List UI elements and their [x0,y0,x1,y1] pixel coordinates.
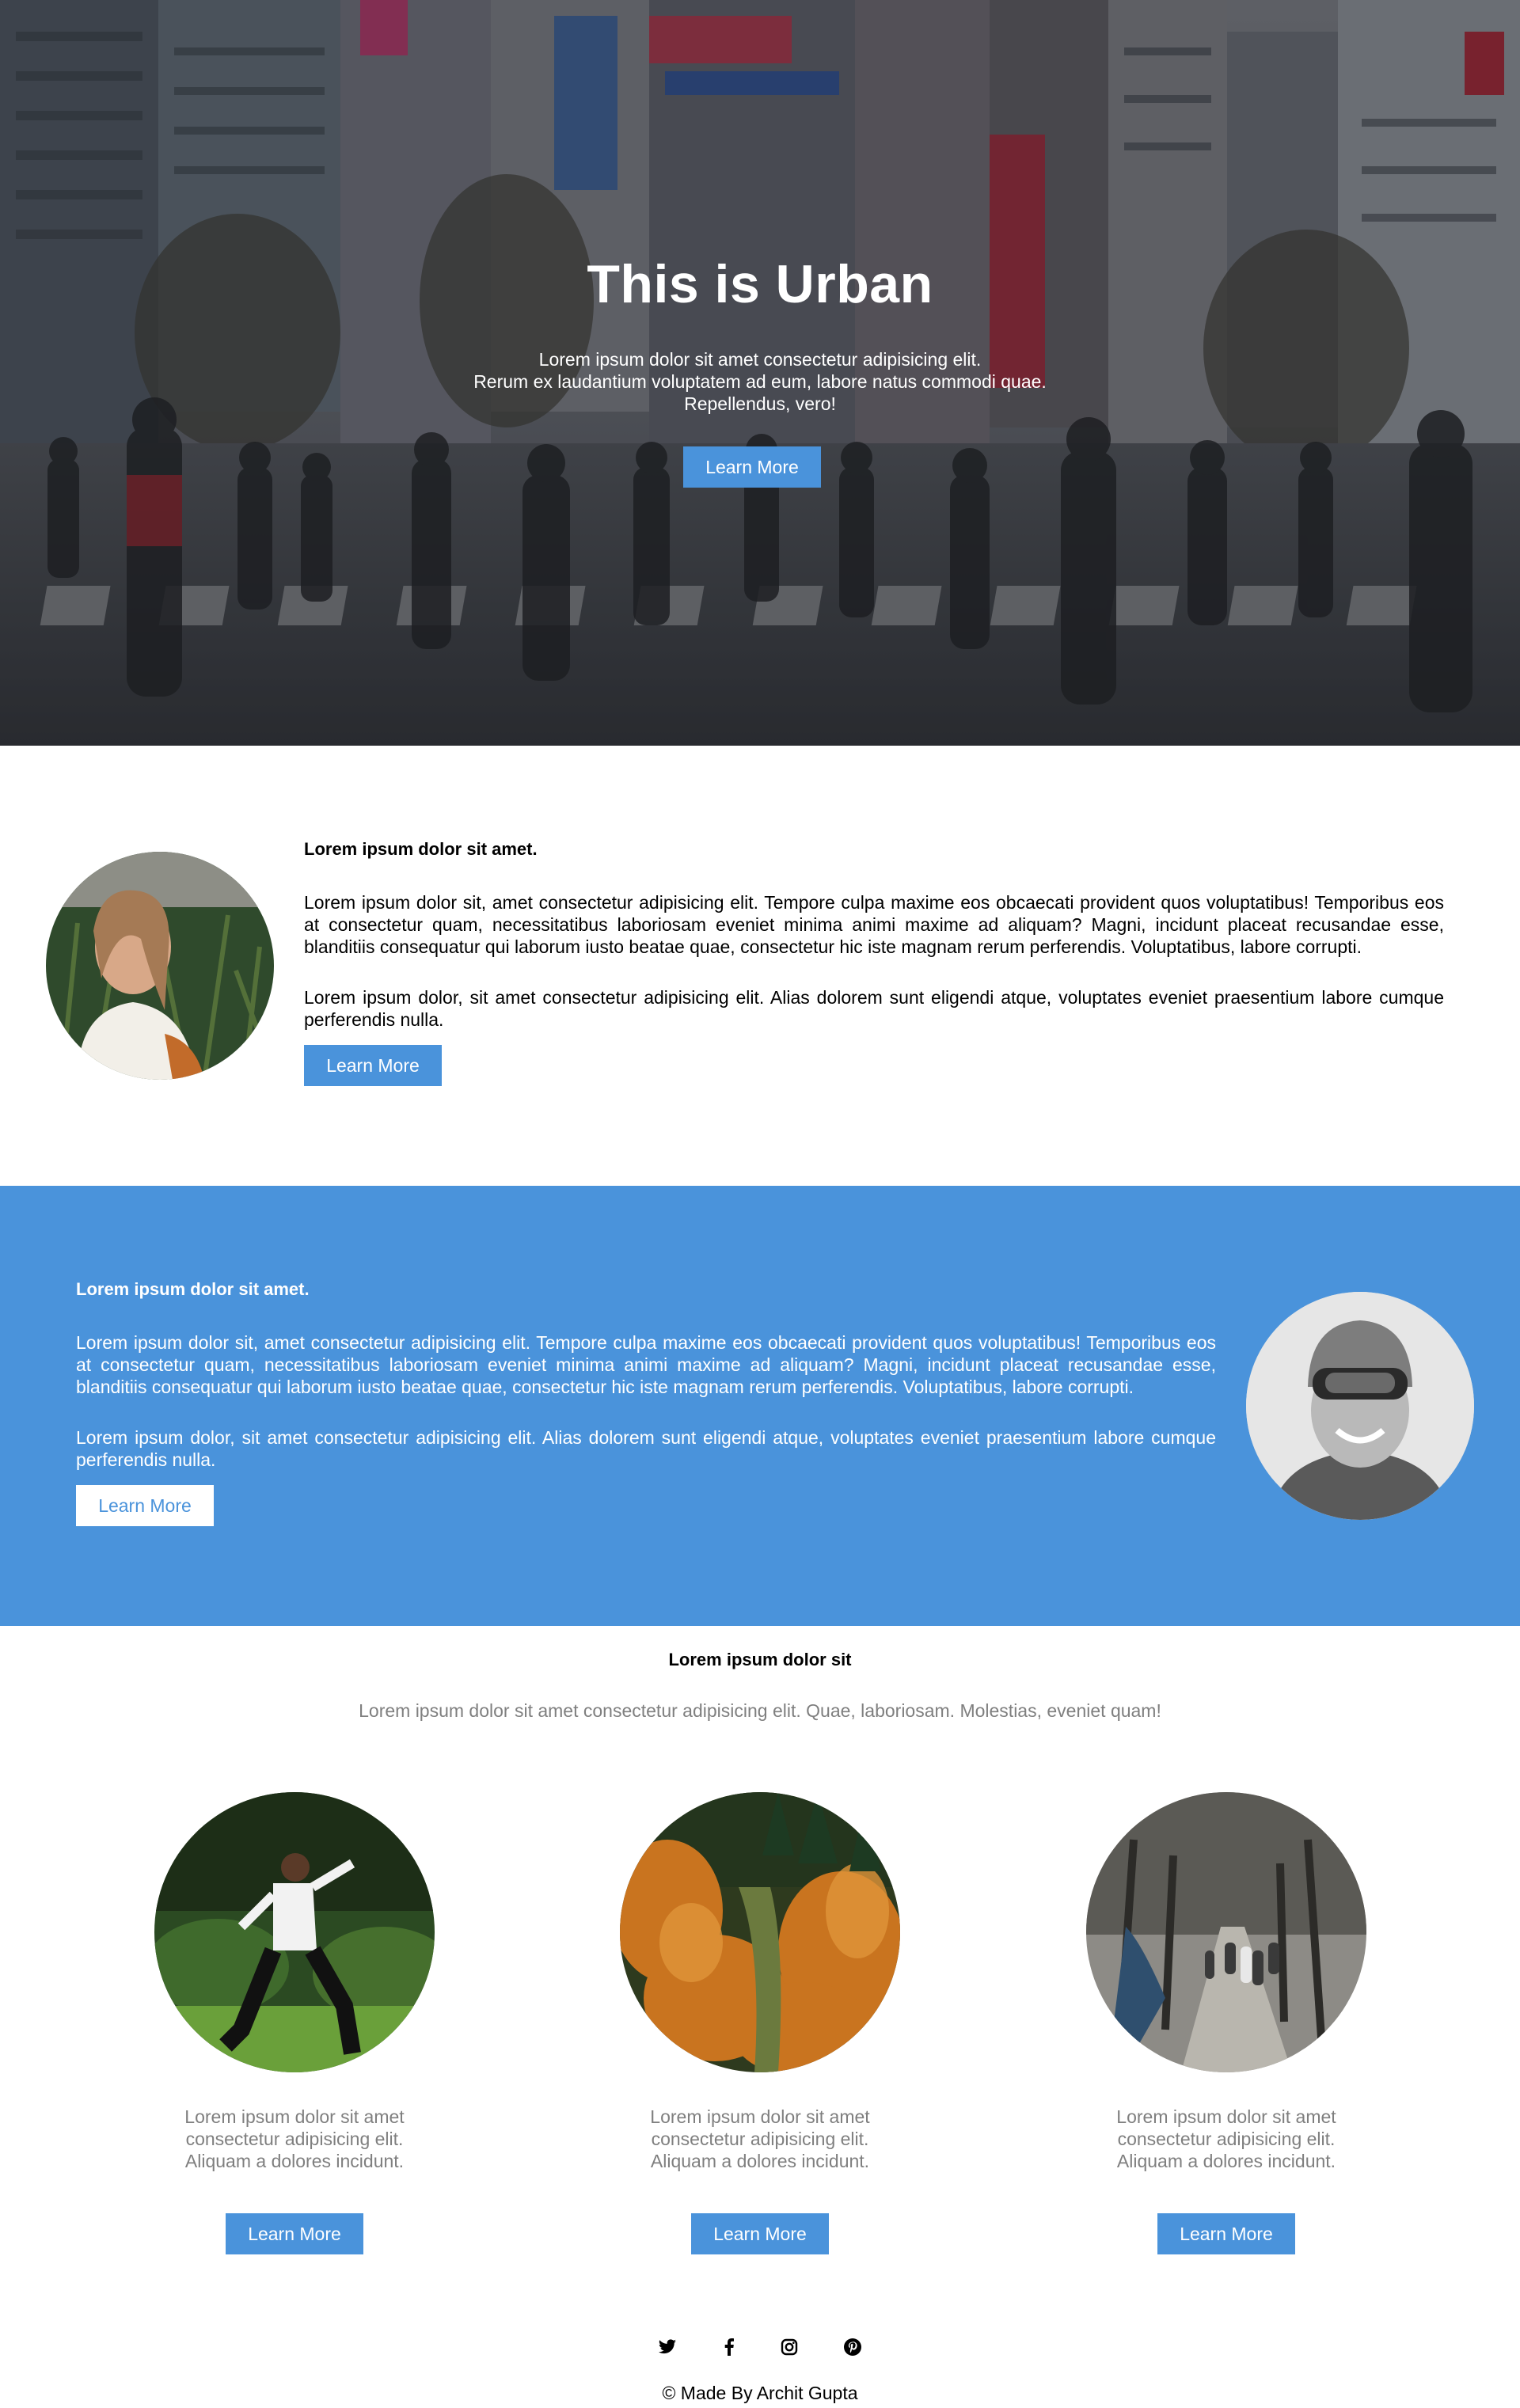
pinterest-icon[interactable] [841,2335,864,2359]
hero-learn-more-button[interactable]: Learn More [683,446,821,488]
woman-portrait-image [46,852,274,1080]
footer-credit: © Made By Archit Gupta [662,2383,858,2403]
hero-description: Lorem ipsum dolor sit amet consectetur a… [0,348,1520,415]
card-description-line: consectetur adipisicing elit. [185,2129,404,2149]
feature-one-paragraph: Lorem ipsum dolor, sit amet consectetur … [304,987,1444,1030]
hero-description-line: Repellendus, vero! [684,393,836,414]
card-description: Lorem ipsum dolor sit amet consectetur a… [140,2106,449,2172]
hero-description-line: Rerum ex laudantium voluptatem ad eum, l… [473,371,1047,392]
hero-section: This is Urban Lorem ipsum dolor sit amet… [0,0,1520,746]
feature-section-one: Lorem ipsum dolor sit amet. Lorem ipsum … [0,746,1520,1186]
card-description: Lorem ipsum dolor sit amet consectetur a… [606,2106,914,2172]
feature-two-learn-more-button[interactable]: Learn More [76,1485,214,1526]
card-description-line: Lorem ipsum dolor sit amet [650,2106,870,2127]
card-learn-more-button[interactable]: Learn More [1157,2213,1295,2254]
feature-one-text: Lorem ipsum dolor sit amet. Lorem ipsum … [304,837,1444,1092]
feature-two-text: Lorem ipsum dolor sit amet. Lorem ipsum … [76,1278,1216,1533]
facebook-icon[interactable] [717,2335,741,2359]
instagram-icon[interactable] [777,2335,801,2359]
feature-two-title: Lorem ipsum dolor sit amet. [76,1279,310,1299]
feature-one-title: Lorem ipsum dolor sit amet. [304,839,538,859]
card: Lorem ipsum dolor sit amet consectetur a… [1072,1792,1389,2254]
feature-section-two: Lorem ipsum dolor sit amet. Lorem ipsum … [0,1186,1520,1626]
card-description-line: Lorem ipsum dolor sit amet [184,2106,405,2127]
skier-portrait-image [1246,1292,1474,1520]
card-description: Lorem ipsum dolor sit amet consectetur a… [1072,2106,1381,2172]
footer: © Made By Archit Gupta [0,2296,1520,2408]
cards-section-subtitle: Lorem ipsum dolor sit amet consectetur a… [359,1700,1161,1721]
park-walkway-image [1086,1792,1366,2072]
hero-title: This is Urban [587,254,933,314]
card: Lorem ipsum dolor sit amet consectetur a… [140,1792,457,2254]
card: Lorem ipsum dolor sit amet consectetur a… [606,1792,922,2254]
cards-section: Lorem ipsum dolor sit Lorem ipsum dolor … [0,1626,1520,2259]
feature-one-paragraph: Lorem ipsum dolor sit, amet consectetur … [304,892,1444,957]
feature-one-learn-more-button[interactable]: Learn More [304,1045,442,1086]
feature-two-paragraph: Lorem ipsum dolor sit, amet consectetur … [76,1332,1216,1397]
card-description-line: consectetur adipisicing elit. [651,2129,869,2149]
card-learn-more-button[interactable]: Learn More [226,2213,363,2254]
card-description-line: Aliquam a dolores incidunt. [184,2151,405,2171]
autumn-forest-image [620,1792,900,2072]
card-description-line: Aliquam a dolores incidunt. [650,2151,870,2171]
card-description-line: consectetur adipisicing elit. [1117,2129,1336,2149]
feature-two-paragraph: Lorem ipsum dolor, sit amet consectetur … [76,1427,1216,1470]
card-description-line: Lorem ipsum dolor sit amet [1116,2106,1336,2127]
cards-section-title: Lorem ipsum dolor sit [668,1650,852,1669]
tai-chi-image [154,1792,435,2072]
card-learn-more-button[interactable]: Learn More [691,2213,829,2254]
hero-description-line: Lorem ipsum dolor sit amet consectetur a… [538,349,982,370]
card-description-line: Aliquam a dolores incidunt. [1116,2151,1336,2171]
twitter-icon[interactable] [656,2335,679,2359]
